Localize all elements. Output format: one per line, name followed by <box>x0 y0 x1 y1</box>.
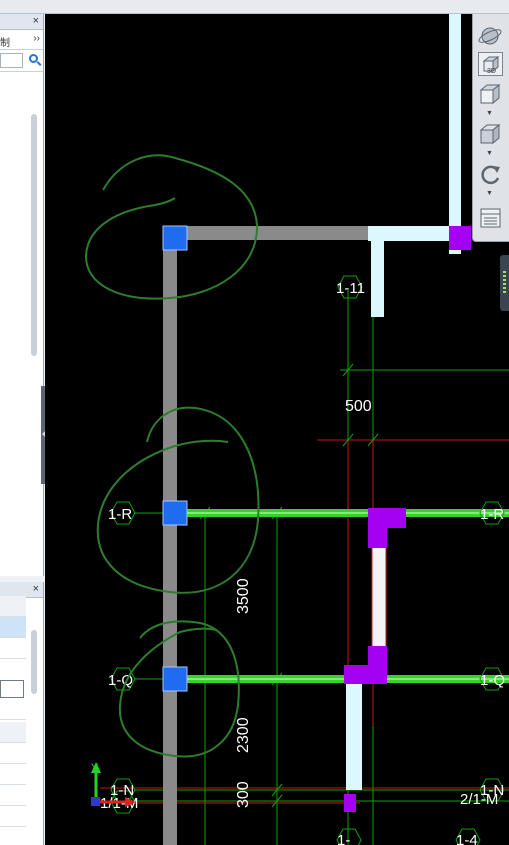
purple-column[interactable] <box>449 226 471 250</box>
table-row[interactable] <box>0 617 26 638</box>
cube-3d-icon[interactable]: 3D <box>478 52 503 76</box>
blue-column[interactable] <box>162 500 188 526</box>
panel-search-bar <box>0 50 43 72</box>
property-input[interactable] <box>0 680 24 698</box>
grid-header-row <box>0 596 26 617</box>
dimension-3500: 3500 <box>235 578 252 614</box>
search-icon[interactable] <box>29 54 38 63</box>
wall[interactable] <box>163 226 373 240</box>
drawing-canvas[interactable]: 1-11 1-R 1-R 1-Q 1-Q 1-N 1/1-M 1-N 2/1-M… <box>45 14 509 845</box>
view-cube-icon[interactable] <box>478 82 503 106</box>
left-panel-bottom: × <box>0 582 44 845</box>
table-row[interactable] <box>0 764 26 785</box>
wall-cyan[interactable] <box>449 14 461 254</box>
purple-column[interactable] <box>344 794 356 812</box>
svg-text:Y: Y <box>91 762 99 774</box>
blue-column[interactable] <box>162 225 188 251</box>
svg-text:3D: 3D <box>487 68 496 75</box>
panel-scrollbar[interactable] <box>31 630 37 694</box>
table-row[interactable] <box>0 699 26 720</box>
annotation-circle <box>96 406 260 594</box>
table-row[interactable] <box>0 743 26 764</box>
more-icon[interactable]: ›› <box>33 33 40 44</box>
panel-toolbar: 制 ›› <box>0 30 43 50</box>
table-row[interactable] <box>0 806 26 827</box>
dimension-2300: 2300 <box>235 717 252 753</box>
axis-label-1-11: 1-11 <box>336 280 365 297</box>
wall-cyan[interactable] <box>346 684 362 790</box>
panel-scrollbar[interactable] <box>31 114 37 356</box>
table-row[interactable] <box>0 785 26 806</box>
chevron-down-icon[interactable]: ▼ <box>486 190 493 197</box>
close-icon[interactable]: × <box>33 15 39 27</box>
search-input[interactable] <box>0 53 23 68</box>
orbit-icon[interactable] <box>478 24 503 48</box>
dimension-300: 300 <box>235 781 252 808</box>
axis-label-1-R-right: 1-R <box>480 506 504 523</box>
dimension-500: 500 <box>345 398 372 415</box>
view-toolbar: 3D ▼ ▼ ▼ <box>472 14 509 242</box>
axis-label-1-4: 1-4 <box>456 832 478 845</box>
axis-label-1-Q-right: 1-Q <box>480 672 505 689</box>
axis-label-partial: 1- <box>337 832 350 845</box>
left-panel-top: × 制 ›› <box>0 14 44 576</box>
panel-header: × <box>0 14 43 30</box>
purple-column[interactable] <box>344 646 387 684</box>
rotate-icon[interactable] <box>478 162 503 186</box>
close-icon[interactable]: × <box>33 583 39 595</box>
axis-lines <box>100 290 509 845</box>
wall[interactable] <box>163 226 177 845</box>
top-strip <box>0 0 509 14</box>
chevron-down-icon[interactable]: ▼ <box>486 150 493 157</box>
chevron-down-icon[interactable]: ▼ <box>486 110 493 117</box>
table-row[interactable] <box>0 722 26 743</box>
toolbar-label[interactable]: 制 <box>0 34 10 49</box>
wall-cyan[interactable] <box>371 226 384 317</box>
side-scroll-handle[interactable] <box>500 255 509 311</box>
box-icon[interactable] <box>478 122 503 146</box>
blue-column[interactable] <box>162 666 188 692</box>
purple-column[interactable] <box>368 508 406 548</box>
axis-label-1-R-left: 1-R <box>108 506 132 523</box>
layers-icon[interactable] <box>478 206 503 230</box>
axis-label-2-1-M-right: 2/1-M <box>460 791 498 808</box>
table-row[interactable] <box>0 638 26 659</box>
